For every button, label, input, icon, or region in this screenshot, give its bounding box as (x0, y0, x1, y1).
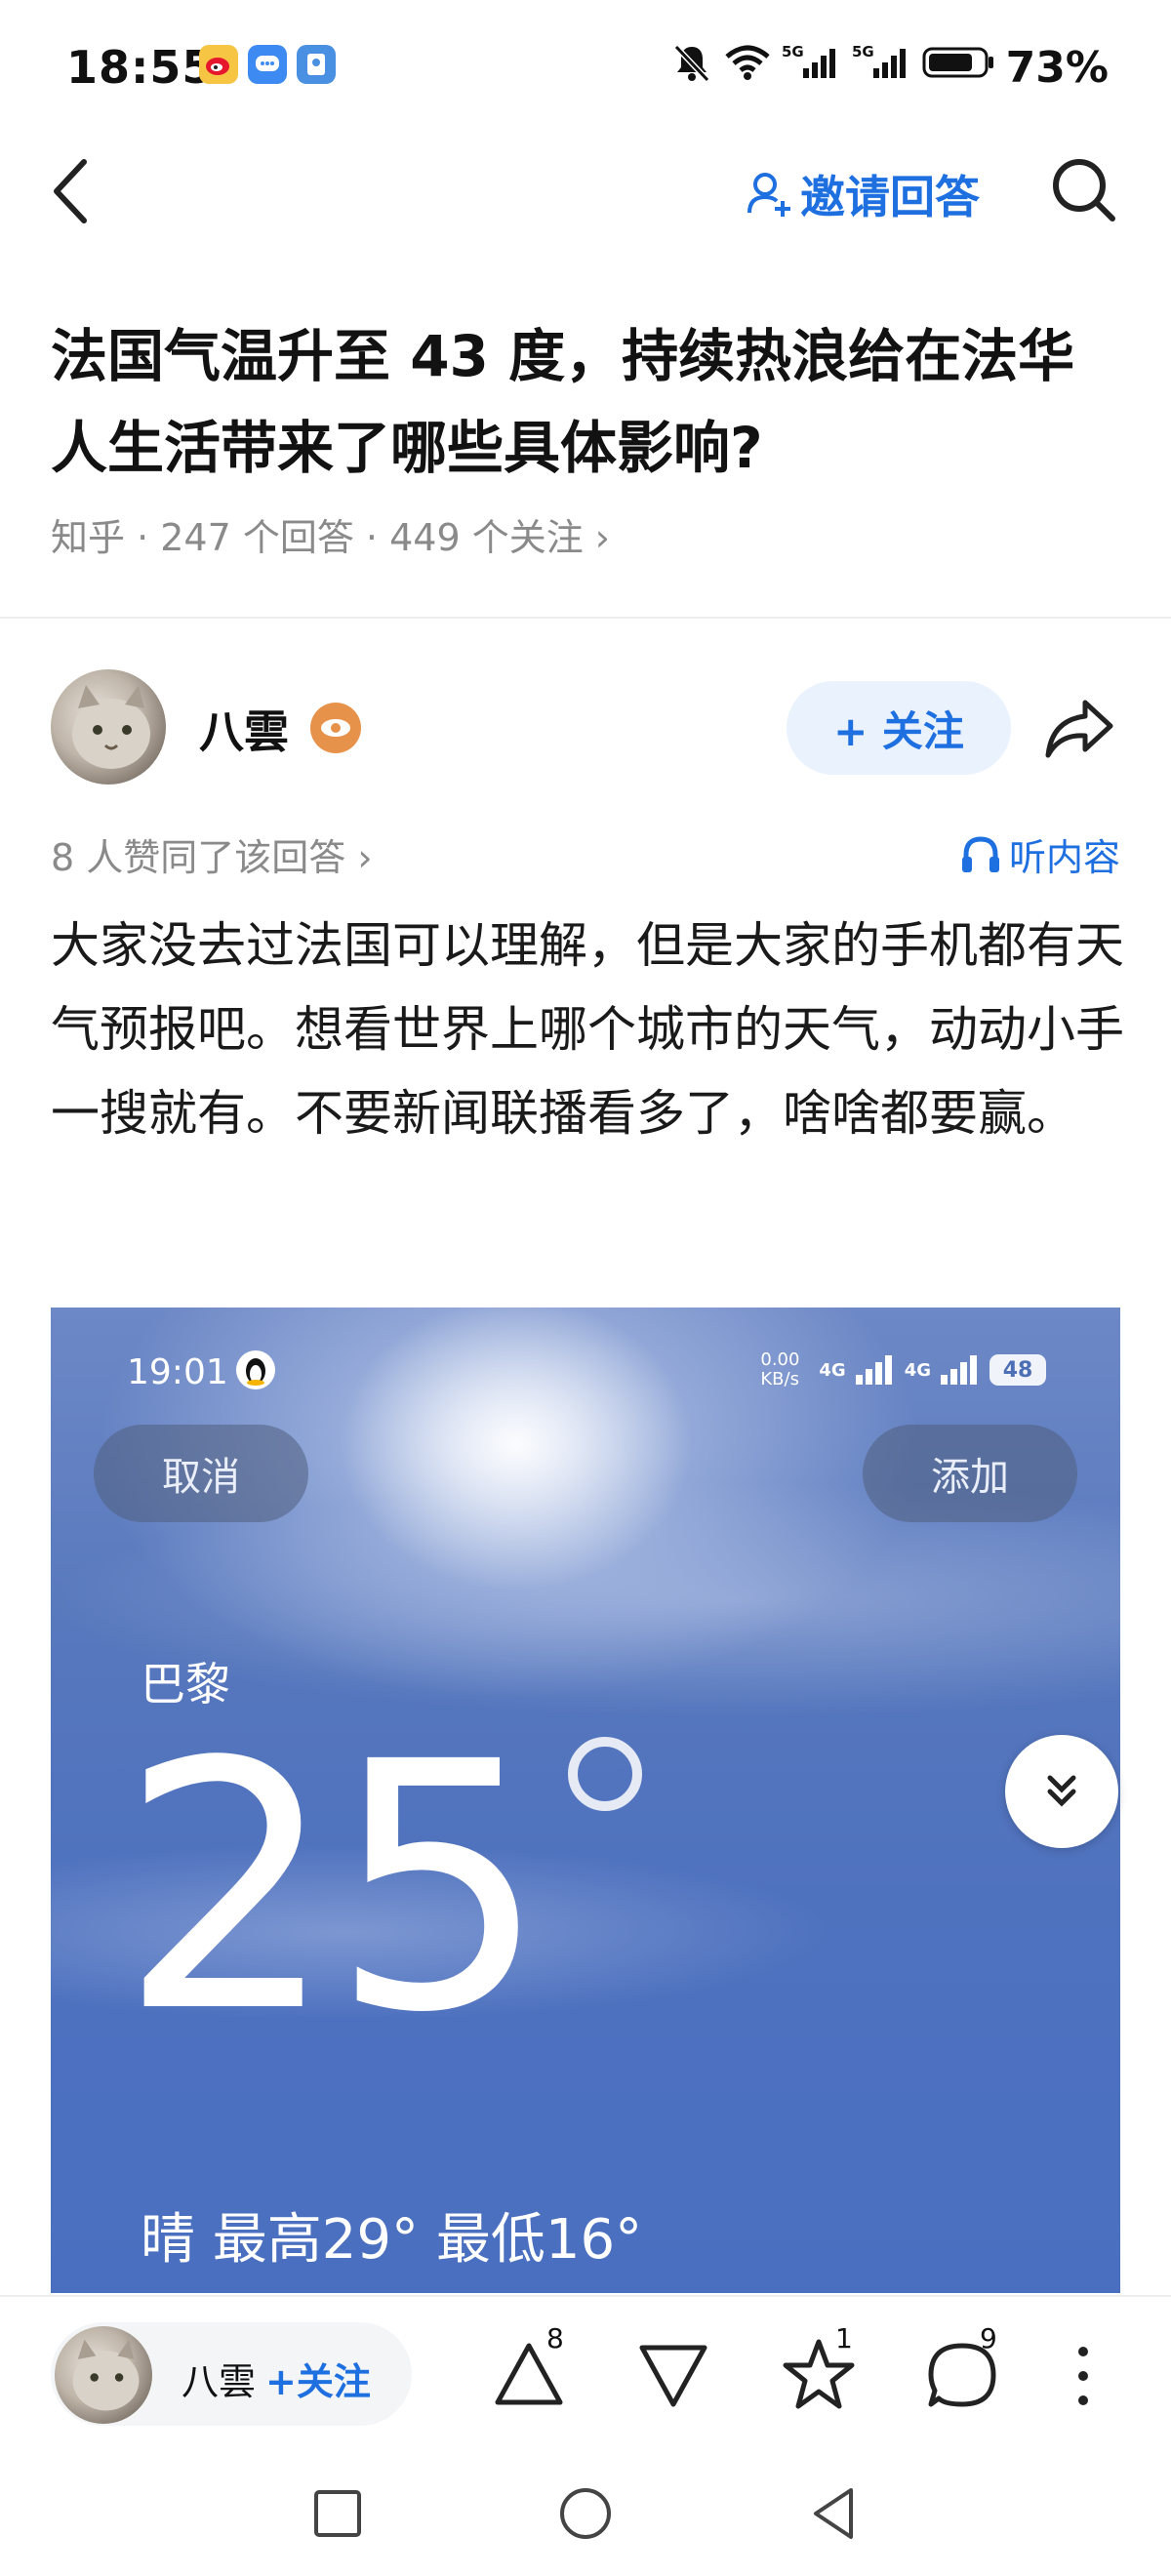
weather-status-time: 19:01 (127, 1352, 228, 1392)
answer-text: 大家没去过法国可以理解，但是大家的手机都有天气预报吧。想看世界上哪个城市的天气，… (51, 917, 1124, 1142)
listen-label: 听内容 (1008, 836, 1120, 879)
net-speed: 0.00 KB/s (760, 1349, 800, 1389)
signal-5g-icon: 5G (852, 43, 912, 93)
chip-author-name[interactable]: 八雲 (182, 2352, 256, 2405)
cancel-button[interactable]: 取消 (94, 1425, 308, 1522)
share-icon (1045, 700, 1113, 758)
add-button[interactable]: 添加 (863, 1425, 1077, 1522)
temperature-value: 25 (119, 1689, 547, 2087)
upvote-count: 8 (546, 2322, 564, 2355)
invite-answer-button[interactable]: 邀请回答 (746, 162, 980, 226)
favorite-count: 1 (835, 2322, 853, 2355)
network-type-2: 4G (904, 1359, 931, 1381)
search-button[interactable] (1048, 154, 1120, 230)
chip-follow-button[interactable]: +关注 (265, 2352, 371, 2405)
back-button[interactable] (47, 156, 94, 230)
double-chevron-down-icon (1047, 1775, 1076, 1807)
circle-icon (560, 2488, 611, 2539)
battery-icon: 48 (989, 1354, 1046, 1386)
triangle-left-icon (814, 2488, 853, 2539)
chat-icon (248, 45, 287, 84)
question-title[interactable]: 法国气温升至 43 度，持续热浪给在法华人生活带来了哪些具体影响? (51, 310, 1124, 494)
search-icon (1053, 159, 1115, 221)
weather-condition: 晴 最高29° 最低16° (141, 2208, 643, 2272)
status-time: 18:55 (66, 41, 215, 94)
avatar[interactable] (51, 669, 166, 785)
question-meta[interactable]: 知乎 · 247 个回答 · 449 个关注 › (51, 507, 610, 561)
follow-button[interactable]: + 关注 (787, 681, 1011, 775)
share-button[interactable] (1042, 695, 1116, 767)
wifi-icon (723, 43, 772, 93)
signal-icon (855, 1355, 892, 1385)
downvote-button[interactable] (636, 2338, 710, 2416)
back-nav-button[interactable] (806, 2484, 861, 2547)
recents-button[interactable] (310, 2486, 365, 2545)
listen-button[interactable]: 听内容 (960, 827, 1120, 881)
answer-image-weather[interactable]: 19:01 0.00 KB/s 4G 4G 48 取消 添加 巴黎 25 晴 最… (51, 1308, 1120, 2293)
signal-5g-icon: 5G (782, 43, 842, 93)
weibo-icon (199, 45, 238, 84)
weather-status-right: 0.00 KB/s 4G 4G 48 (760, 1350, 1046, 1389)
battery-percent: 73% (1005, 43, 1109, 93)
divider (0, 617, 1171, 619)
more-vertical-icon (1078, 2347, 1088, 2405)
svg-text:5G: 5G (782, 43, 804, 60)
triangle-down-icon (639, 2345, 707, 2407)
person-add-icon (747, 173, 790, 217)
network-type-1: 4G (819, 1359, 846, 1381)
invite-answer-label: 邀请回答 (800, 171, 980, 223)
scroll-down-button[interactable] (1005, 1735, 1118, 1848)
degree-symbol (568, 1737, 642, 1811)
home-button[interactable] (556, 2484, 615, 2547)
penguin-icon (236, 1350, 275, 1389)
square-icon (314, 2490, 361, 2537)
wallet-icon (297, 45, 336, 84)
likes-summary[interactable]: 8 人赞同了该回答 › (51, 827, 373, 881)
cat-avatar-image (72, 2339, 140, 2411)
status-app-icons (199, 45, 336, 84)
eye-badge-icon (310, 703, 361, 753)
battery-icon (922, 43, 996, 93)
avatar[interactable] (55, 2326, 152, 2424)
mute-icon (670, 41, 713, 95)
cat-avatar-image (72, 685, 150, 769)
status-right: 5G 5G 73% (670, 41, 1109, 95)
headphones-icon (961, 835, 999, 872)
svg-text:5G: 5G (852, 43, 874, 60)
more-button[interactable] (1064, 2344, 1103, 2412)
comment-count: 9 (980, 2322, 997, 2355)
author-name[interactable]: 八雲 (199, 697, 289, 761)
chevron-left-icon (54, 159, 87, 223)
signal-icon (941, 1355, 977, 1385)
